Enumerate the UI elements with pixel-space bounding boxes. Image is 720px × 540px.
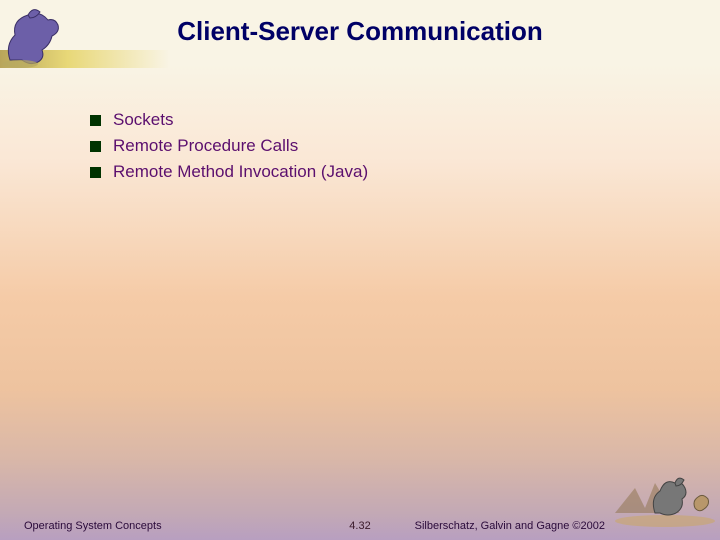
list-item: Remote Procedure Calls (90, 136, 368, 156)
footer: Operating System Concepts 4.32 Silbersch… (0, 512, 720, 532)
slide: Client-Server Communication Sockets Remo… (0, 0, 720, 540)
bullet-list: Sockets Remote Procedure Calls Remote Me… (90, 110, 368, 188)
bullet-text: Remote Method Invocation (Java) (113, 162, 368, 182)
bullet-text: Remote Procedure Calls (113, 136, 298, 156)
bullet-text: Sockets (113, 110, 173, 130)
bullet-icon (90, 167, 101, 178)
list-item: Remote Method Invocation (Java) (90, 162, 368, 182)
footer-page-number: 4.32 (0, 520, 720, 532)
bullet-icon (90, 115, 101, 126)
list-item: Sockets (90, 110, 368, 130)
footer-right-text: Silberschatz, Galvin and Gagne ©2002 (415, 520, 605, 532)
bullet-icon (90, 141, 101, 152)
slide-title: Client-Server Communication (0, 16, 720, 47)
